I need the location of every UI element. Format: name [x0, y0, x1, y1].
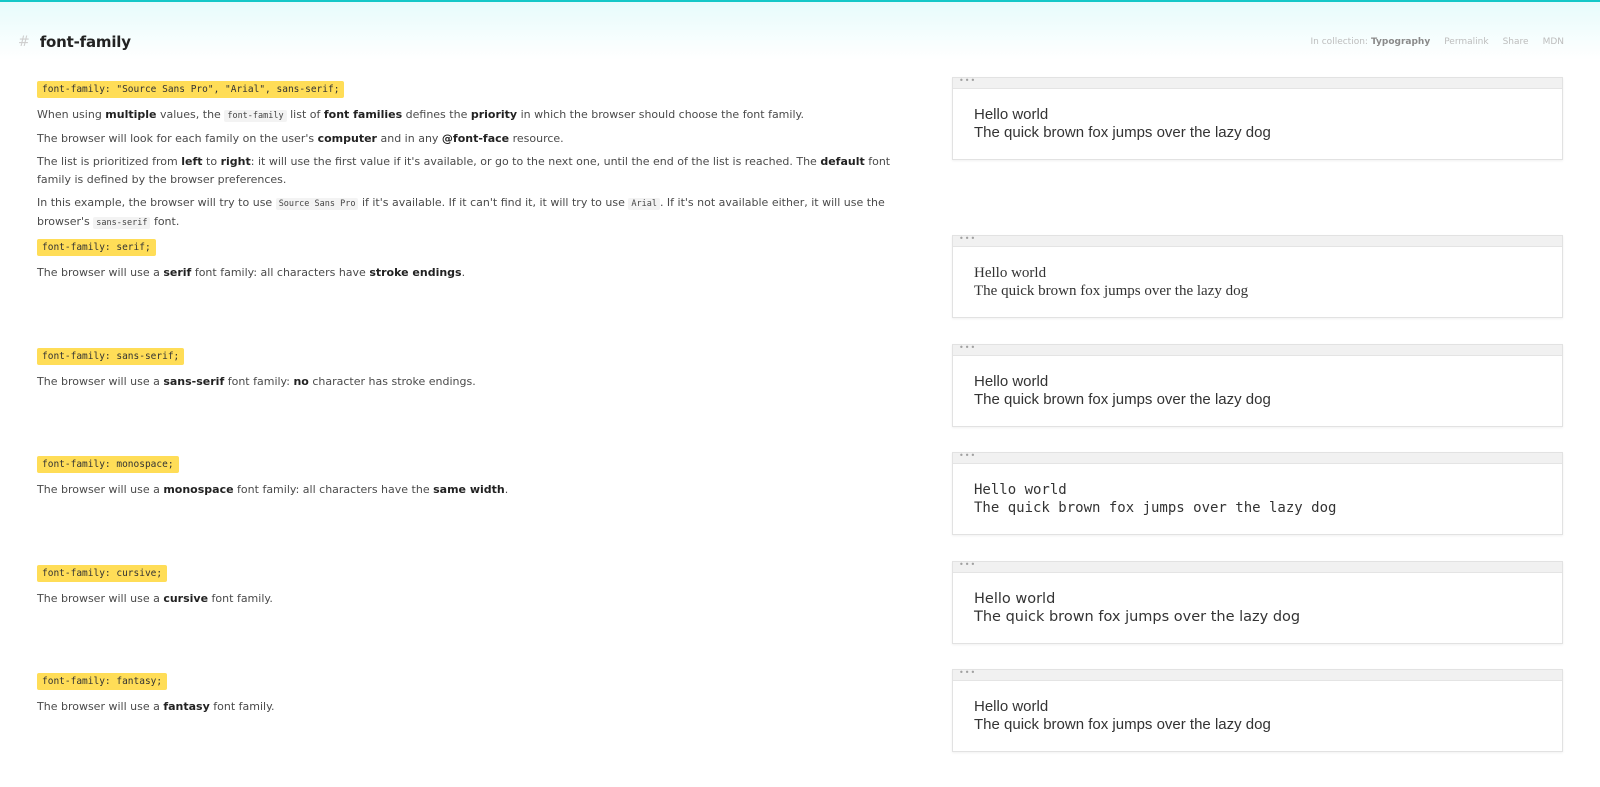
preview-box: ••• Hello world The quick brown fox jump… — [952, 561, 1563, 644]
emphasis-text: default — [820, 155, 865, 168]
emphasis-text: priority — [470, 108, 518, 121]
preview-pangram: The quick brown fox jumps over the lazy … — [974, 609, 1301, 625]
preview-hello: Hello world — [974, 698, 1049, 715]
description-paragraph: The browser will look for each family on… — [37, 132, 564, 145]
preview-box: ••• Hello world The quick brown fox jump… — [952, 235, 1563, 318]
emphasis-text: same width — [433, 483, 505, 496]
preview-box: ••• Hello world The quick brown fox jump… — [952, 77, 1563, 160]
emphasis-text: sans-serif — [163, 375, 225, 388]
page-header: # font-family In collection: Typography … — [18, 30, 1564, 54]
preview-toolbar-dots-icon: ••• — [953, 669, 1562, 681]
emphasis-text: no — [293, 375, 309, 388]
preview-pangram: The quick brown fox jumps over the lazy … — [974, 500, 1337, 516]
preview-content: Hello world The quick brown fox jumps ov… — [953, 247, 1562, 300]
preview-toolbar-dots-icon: ••• — [953, 77, 1562, 89]
preview-pangram: The quick brown fox jumps over the lazy … — [974, 391, 1271, 408]
preview-content: Hello world The quick brown fox jumps ov… — [953, 464, 1562, 517]
page-meta: In collection: Typography Permalink Shar… — [1311, 37, 1564, 47]
emphasis-text: monospace — [163, 483, 234, 496]
emphasis-text: right — [220, 155, 251, 168]
preview-content: Hello world The quick brown fox jumps ov… — [953, 573, 1562, 626]
preview-toolbar-dots-icon: ••• — [953, 235, 1562, 247]
example-description: font-family: "Source Sans Pro", "Arial",… — [37, 77, 917, 232]
preview-hello: Hello world — [974, 482, 1067, 498]
preview-content: Hello world The quick brown fox jumps ov… — [953, 356, 1562, 409]
preview-hello: Hello world — [974, 373, 1049, 390]
share-link[interactable]: Share — [1503, 37, 1529, 47]
css-declaration: font-family: "Source Sans Pro", "Arial",… — [37, 81, 345, 98]
preview-content: Hello world The quick brown fox jumps ov… — [953, 681, 1562, 734]
permalink-link[interactable]: Permalink — [1444, 37, 1488, 47]
example-description: font-family: sans-serif; The browser wil… — [37, 344, 917, 391]
emphasis-text: stroke endings — [369, 266, 462, 279]
emphasis-text: serif — [163, 266, 192, 279]
preview-pangram: The quick brown fox jumps over the lazy … — [974, 283, 1249, 299]
collection-link[interactable]: Typography — [1371, 37, 1430, 47]
preview-box: ••• Hello world The quick brown fox jump… — [952, 344, 1563, 427]
emphasis-text: font families — [323, 108, 403, 121]
css-declaration: font-family: cursive; — [37, 565, 168, 582]
example-description: font-family: monospace; The browser will… — [37, 452, 917, 499]
example-description: font-family: serif; The browser will use… — [37, 235, 917, 282]
title-wrap: # font-family — [18, 33, 131, 51]
preview-box: ••• Hello world The quick brown fox jump… — [952, 452, 1563, 535]
description-paragraph: The browser will use a fantasy font fami… — [37, 700, 275, 713]
css-declaration: font-family: fantasy; — [37, 673, 168, 690]
description-paragraph: The browser will use a monospace font fa… — [37, 483, 509, 496]
page-title: font-family — [39, 33, 131, 51]
description-paragraph: The browser will use a serif font family… — [37, 266, 466, 279]
emphasis-text: left — [181, 155, 203, 168]
inline-code: Arial — [628, 198, 660, 210]
example-description: font-family: cursive; The browser will u… — [37, 561, 917, 608]
emphasis-text: cursive — [163, 592, 209, 605]
preview-pangram: The quick brown fox jumps over the lazy … — [974, 124, 1271, 141]
description-paragraph: The list is prioritized from left to rig… — [37, 155, 891, 186]
emphasis-text: multiple — [105, 108, 157, 121]
description-paragraph: When using multiple values, the font-fam… — [37, 108, 804, 122]
preview-toolbar-dots-icon: ••• — [953, 452, 1562, 464]
preview-hello: Hello world — [974, 106, 1049, 123]
collection-label: In collection: — [1310, 37, 1368, 47]
emphasis-text: @font-face — [441, 132, 510, 145]
inline-code: font-family — [224, 110, 287, 122]
description-paragraph: The browser will use a cursive font fami… — [37, 592, 273, 605]
emphasis-text: fantasy — [163, 700, 210, 713]
inline-code: sans-serif — [93, 217, 151, 229]
anchor-hash-icon[interactable]: # — [18, 34, 30, 50]
preview-hello: Hello world — [974, 591, 1056, 607]
preview-hello: Hello world — [974, 265, 1047, 281]
preview-pangram: The quick brown fox jumps over the lazy … — [974, 716, 1271, 733]
inline-code: Source Sans Pro — [275, 198, 359, 210]
preview-content: Hello world The quick brown fox jumps ov… — [953, 89, 1562, 142]
mdn-link[interactable]: MDN — [1543, 37, 1564, 47]
preview-toolbar-dots-icon: ••• — [953, 561, 1562, 573]
description-paragraph: The browser will use a sans-serif font f… — [37, 375, 476, 388]
description-paragraph: In this example, the browser will try to… — [37, 196, 885, 229]
css-declaration: font-family: serif; — [37, 239, 156, 256]
preview-box: ••• Hello world The quick brown fox jump… — [952, 669, 1563, 752]
css-declaration: font-family: monospace; — [37, 456, 179, 473]
emphasis-text: computer — [317, 132, 377, 145]
example-description: font-family: fantasy; The browser will u… — [37, 669, 917, 716]
preview-toolbar-dots-icon: ••• — [953, 344, 1562, 356]
css-declaration: font-family: sans-serif; — [37, 348, 185, 365]
